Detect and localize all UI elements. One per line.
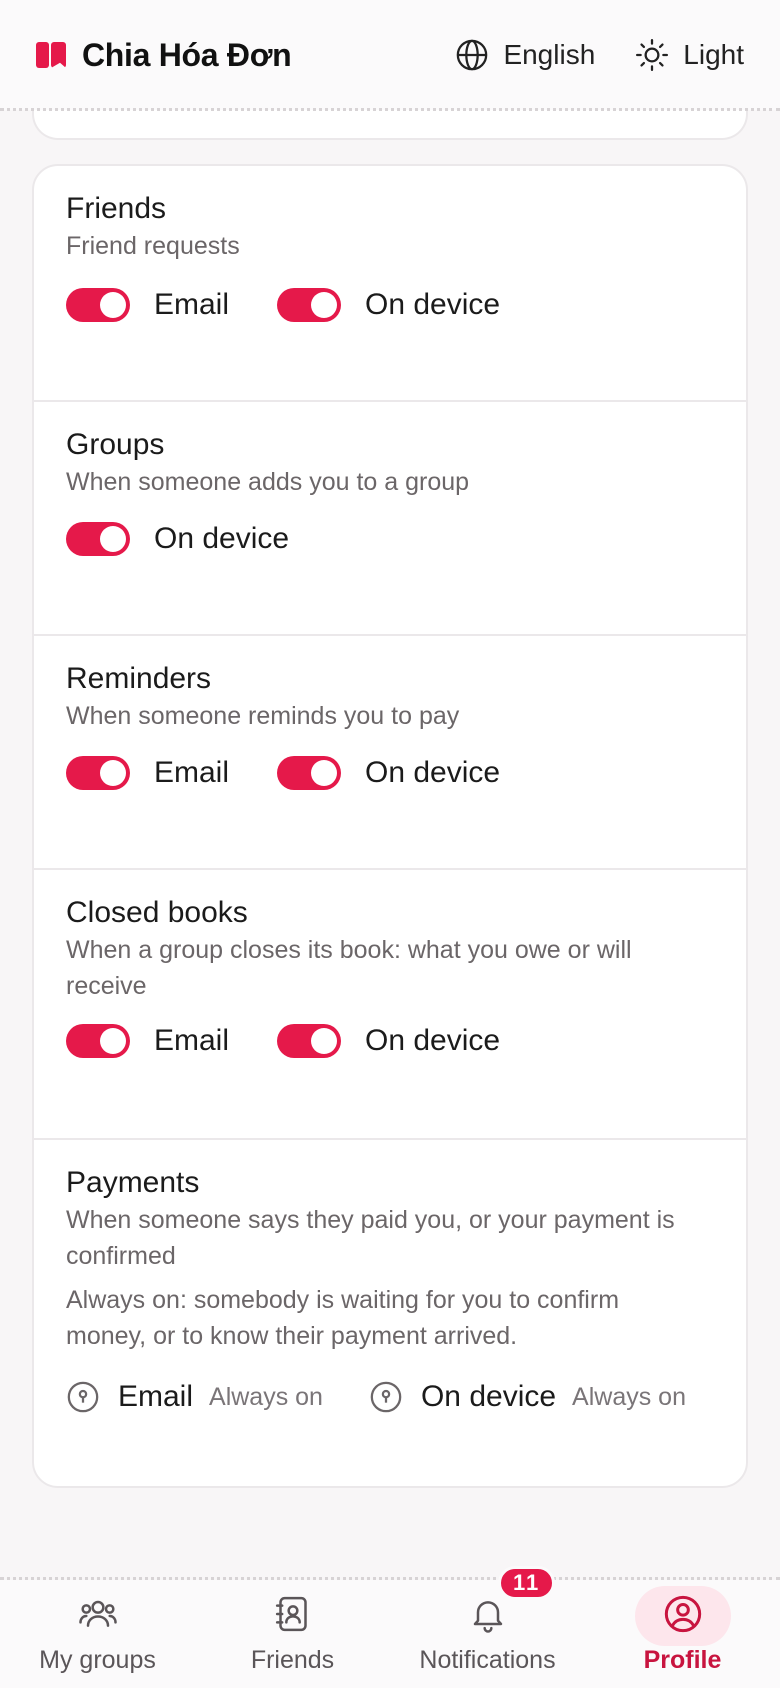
section-description: When someone adds you to a group (66, 468, 470, 496)
theme-toggle[interactable]: Light (635, 38, 744, 72)
switch[interactable] (66, 1024, 130, 1058)
section-title: Groups (66, 428, 165, 461)
header-divider (0, 108, 780, 111)
contact-book-icon (275, 1596, 307, 1632)
toggle-label: On device (365, 288, 501, 321)
reminders-device-toggle[interactable]: On device (277, 756, 500, 790)
groups-device-toggle[interactable]: On device (66, 522, 289, 556)
friends-email-toggle[interactable]: Email (66, 288, 229, 322)
theme-label: Light (683, 39, 744, 70)
language-label: English (503, 39, 596, 70)
switch[interactable] (66, 522, 130, 556)
nav-label: Friends (250, 1646, 335, 1674)
nav-profile[interactable]: Profile (585, 1580, 780, 1688)
always-on-status: Always on (572, 1382, 686, 1411)
always-on-label: Email (118, 1380, 194, 1413)
toggle-label: On device (154, 522, 290, 555)
switch[interactable] (66, 288, 130, 322)
section-title: Closed books (66, 896, 248, 929)
section-title: Reminders (66, 662, 212, 695)
section-description: When a group closes its book: what you o… (66, 936, 632, 1000)
always-on-note: Always on: somebody is waiting for you t… (66, 1286, 620, 1350)
reminders-email-toggle[interactable]: Email (66, 756, 229, 790)
lock-icon (67, 1381, 99, 1413)
nav-label: Profile (643, 1646, 722, 1674)
always-on-label: On device (420, 1380, 557, 1413)
always-on-status: Always on (209, 1382, 323, 1411)
section-description: When someone reminds you to pay (66, 702, 460, 730)
app-header: Chia Hóa Đơn English Light (0, 0, 780, 110)
friends-device-toggle[interactable]: On device (277, 288, 500, 322)
closed-books-email-toggle[interactable]: Email (66, 1024, 229, 1058)
bottom-nav: My groups Friends 11 Notifications Profi… (0, 1566, 780, 1688)
closed-books-device-toggle[interactable]: On device (277, 1024, 500, 1058)
brand-logo-icon (36, 42, 66, 68)
section-title: Friends (66, 192, 167, 225)
brand[interactable]: Chia Hóa Đơn (36, 36, 292, 74)
switch[interactable] (66, 756, 130, 790)
switch[interactable] (277, 756, 342, 790)
section-closed-books: Closed books When a group closes its boo… (34, 870, 746, 1140)
nav-friends[interactable]: Friends (195, 1580, 390, 1688)
toggle-label: On device (365, 1024, 501, 1057)
nav-notifications[interactable]: 11 Notifications (390, 1566, 585, 1688)
globe-icon (457, 39, 488, 71)
section-reminders: Reminders When someone reminds you to pa… (34, 636, 746, 870)
users-icon (78, 1600, 117, 1627)
toggle-label: Email (154, 288, 230, 321)
notifications-badge: 11 (498, 1566, 556, 1600)
section-description: Friend requests (66, 232, 240, 260)
bell-icon (473, 1601, 502, 1633)
notification-settings-card: Friends Friend requests Email On device … (32, 164, 748, 1488)
payments-email-always-on: Email Always on (66, 1380, 323, 1414)
language-selector[interactable]: English (455, 38, 595, 72)
lock-icon (370, 1381, 402, 1413)
toggle-label: On device (365, 756, 501, 789)
section-payments: Payments When someone says they paid you… (34, 1140, 746, 1486)
toggle-label: Email (154, 1024, 230, 1057)
section-groups: Groups When someone adds you to a group … (34, 402, 746, 636)
nav-my-groups[interactable]: My groups (0, 1580, 195, 1688)
user-circle-icon (664, 1595, 701, 1633)
sun-icon (636, 38, 669, 72)
toggle-label: Email (154, 756, 230, 789)
nav-label: My groups (39, 1646, 156, 1674)
section-title: Payments (66, 1166, 200, 1199)
switch[interactable] (277, 1024, 342, 1058)
section-description: When someone says they paid you, or your… (66, 1206, 675, 1270)
app-name: Chia Hóa Đơn (82, 36, 292, 73)
switch[interactable] (277, 288, 342, 322)
section-friends: Friends Friend requests Email On device (34, 166, 746, 402)
nav-label: Notifications (419, 1646, 556, 1674)
payments-device-always-on: On device Always on (369, 1380, 686, 1414)
